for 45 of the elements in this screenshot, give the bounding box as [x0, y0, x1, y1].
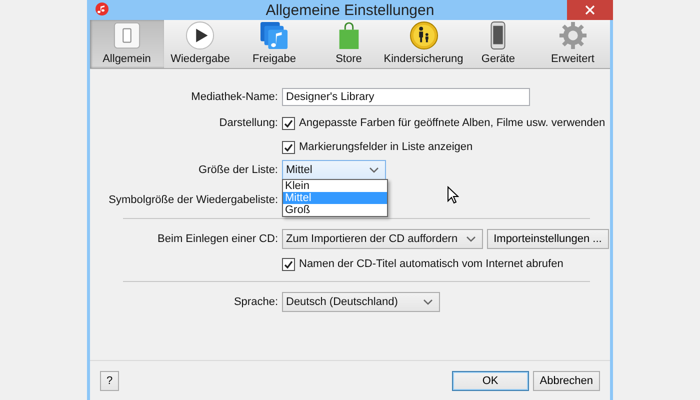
toolbar-tab[interactable]: Store	[312, 20, 386, 68]
close-icon	[585, 5, 595, 15]
field-label: Symbolgröße der Wiedergabeliste:	[108, 194, 279, 206]
toolbar-tab[interactable]: Kindersicherung	[386, 20, 461, 68]
help-button[interactable]: ?	[100, 370, 119, 390]
checkmark-icon	[284, 142, 293, 152]
toolbar-tab[interactable]: Erweitert	[536, 20, 610, 68]
close-button[interactable]	[567, 0, 613, 20]
checkbox[interactable]	[282, 258, 295, 270]
toolbar-tab[interactable]: Freigabe	[237, 20, 312, 68]
dropdown[interactable]: Deutsch (Deutschland)	[282, 292, 440, 312]
field-label: Mediathek-Name:	[190, 91, 279, 103]
parent-child-icon	[408, 21, 438, 50]
play-icon	[185, 21, 216, 50]
dropdown-option[interactable]: Groß	[283, 204, 387, 216]
field-label: Beim Einlegen einer CD:	[156, 233, 279, 245]
window-title: Allgemeine Einstellungen	[266, 2, 434, 18]
field-label: Darstellung:	[218, 117, 279, 129]
checkbox-label: Namen der CD-Titel automatisch vom Internet abrufen	[299, 258, 564, 270]
checkbox-label: Markierungsfelder in Liste anzeigen	[299, 141, 473, 153]
gear-icon	[558, 21, 588, 50]
library-name-field[interactable]: Designer's Library	[282, 88, 530, 106]
chevron-down-icon	[466, 236, 476, 242]
dropdown-option[interactable]: Klein	[283, 180, 387, 192]
chevron-down-icon	[369, 167, 379, 173]
checkbox-label: Angepasste Farben für geöffnete Alben, Filme usw. verwenden	[299, 117, 606, 129]
dialog-button[interactable]: OK	[452, 370, 529, 390]
toolbar-tab[interactable]: Allgemein	[90, 20, 164, 68]
field-label: Sprache:	[232, 296, 279, 308]
import-settings-button[interactable]: Importeinstellungen ...	[486, 229, 609, 249]
cursor-icon	[447, 186, 459, 204]
checkmark-icon	[284, 118, 293, 128]
checkbox[interactable]	[282, 140, 295, 154]
dropdown[interactable]: Mittel	[282, 160, 386, 180]
music-stack-icon	[259, 21, 290, 50]
music-note-logo-icon	[95, 2, 109, 16]
chevron-down-icon	[423, 299, 433, 305]
dropdown[interactable]: Zum Importieren der CD auffordern	[282, 229, 483, 249]
toolbar-tab[interactable]: Wiedergabe	[164, 20, 237, 68]
checkmark-icon	[284, 260, 293, 268]
toolbar-tab[interactable]: Geräte	[461, 20, 536, 68]
dialog-button[interactable]: Abbrechen	[532, 370, 600, 390]
checkbox[interactable]	[282, 116, 295, 130]
switch-icon	[112, 21, 142, 50]
field-label: Größe der Liste:	[198, 164, 279, 176]
